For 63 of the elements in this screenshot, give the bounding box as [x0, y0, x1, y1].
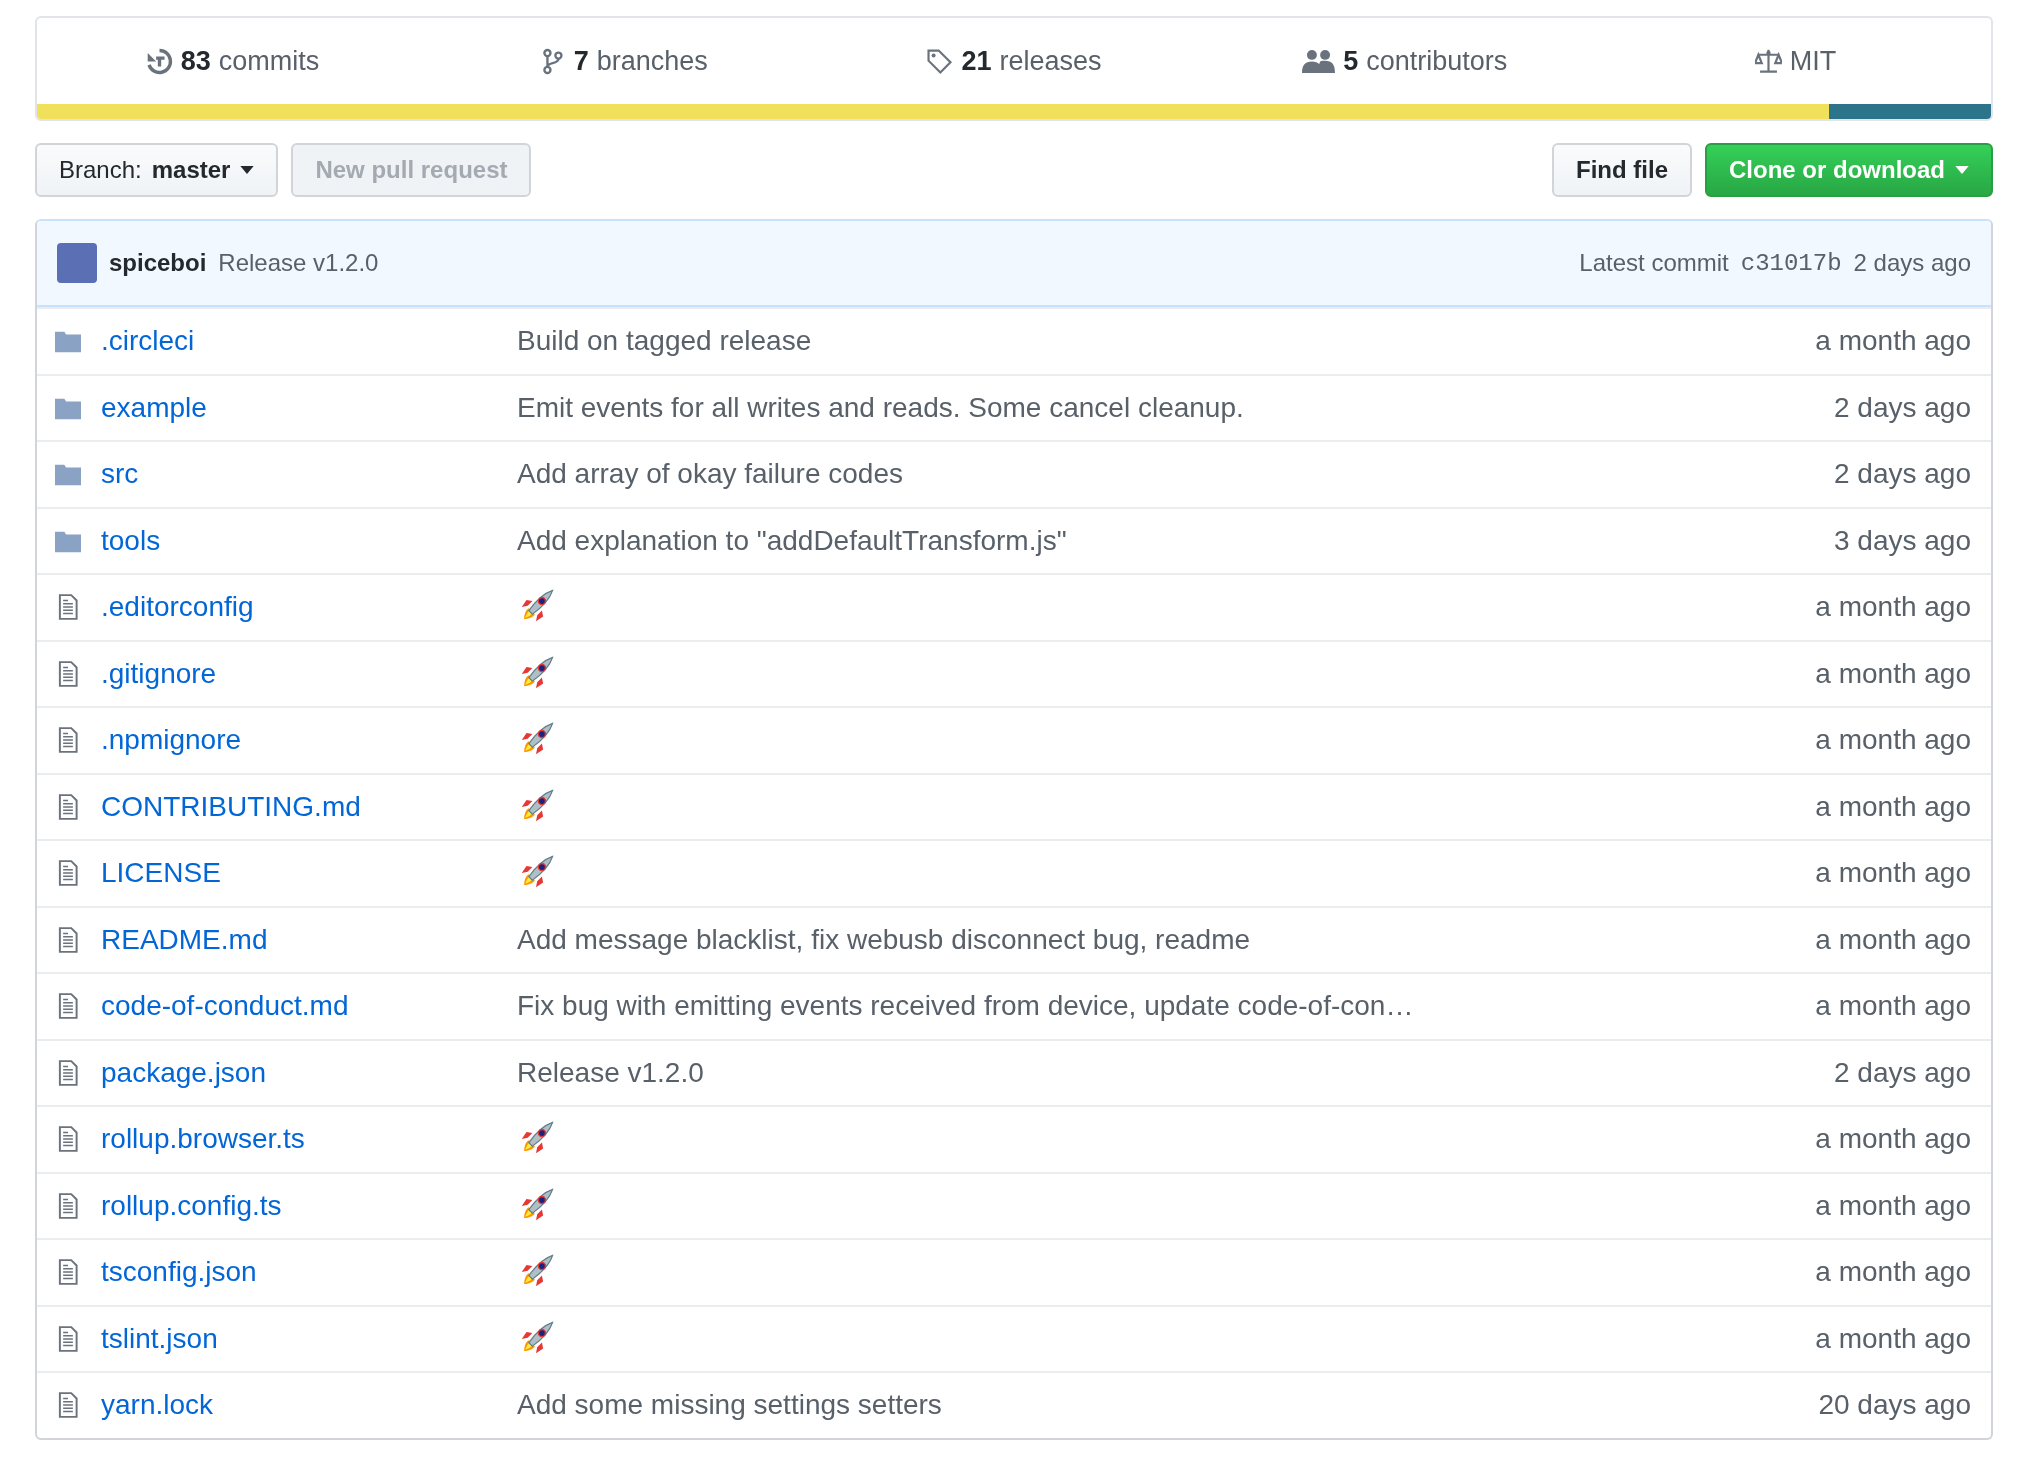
- file-link[interactable]: example: [101, 391, 207, 423]
- repo-stat-link[interactable]: MIT: [1600, 45, 1991, 77]
- caret-icon: [1955, 166, 1969, 174]
- commit-age: 2 days ago: [1834, 391, 1971, 424]
- commit-message[interactable]: Fix bug with emitting events received from device, update code-of-con…: [517, 990, 1414, 1022]
- commit-message[interactable]: Build on tagged release: [517, 325, 812, 357]
- commit-age: a month ago: [1815, 1256, 1971, 1289]
- file-link[interactable]: tools: [101, 524, 161, 556]
- commit-message[interactable]: Add array of okay failure codes: [517, 458, 903, 490]
- commit-message[interactable]: Add message blacklist, fix webusb disconnect bug, readme: [517, 923, 1251, 955]
- commit-age: a month ago: [1815, 1322, 1971, 1355]
- commit-message[interactable]: Emit events for all writes and reads. Some cancel cleanup.: [517, 391, 1244, 423]
- file-link[interactable]: .gitignore: [101, 657, 217, 689]
- file-link[interactable]: tsconfig.json: [101, 1256, 257, 1288]
- file-link[interactable]: code-of-conduct.md: [101, 990, 349, 1022]
- commit-author[interactable]: spiceboi: [109, 249, 207, 277]
- commit-message[interactable]: Release v1.2.0: [218, 249, 379, 277]
- commit-message[interactable]: Add explanation to "addDefaultTransform.js": [517, 524, 1067, 556]
- file-link[interactable]: LICENSE: [101, 857, 221, 889]
- find-file-button[interactable]: Find file: [1552, 143, 1692, 197]
- repo-stat-link[interactable]: 7 branches: [427, 45, 819, 77]
- commit-age: a month ago: [1815, 724, 1971, 757]
- commit-age: a month ago: [1815, 857, 1971, 890]
- repo-stat-link[interactable]: 83 commits: [37, 45, 428, 77]
- commit-age: a month ago: [1815, 1123, 1971, 1156]
- commit-age: a month ago: [1815, 790, 1971, 823]
- commit-age: a month ago: [1815, 591, 1971, 624]
- file-link[interactable]: package.json: [101, 1056, 266, 1088]
- commit-age: 2 days ago: [1853, 249, 1971, 277]
- file-link[interactable]: src: [101, 458, 139, 490]
- latest-commit-label: Latest commit: [1579, 249, 1729, 277]
- file-link[interactable]: rollup.config.ts: [101, 1189, 282, 1221]
- people-icon: [1302, 47, 1336, 75]
- file-link[interactable]: .npmignore: [101, 724, 242, 756]
- file-link[interactable]: yarn.lock: [101, 1389, 214, 1421]
- commit-age: a month ago: [1815, 990, 1971, 1023]
- commit-message[interactable]: Add some missing settings setters: [517, 1389, 942, 1421]
- file-link[interactable]: .circleci: [101, 325, 195, 357]
- language-segment[interactable]: [1828, 104, 1991, 119]
- commit-age: 20 days ago: [1818, 1389, 1971, 1422]
- language-segment[interactable]: [37, 104, 1829, 119]
- history-icon: [145, 47, 173, 75]
- commit-age: 2 days ago: [1834, 458, 1971, 491]
- file-link[interactable]: .editorconfig: [101, 591, 254, 623]
- scale-icon: [1754, 47, 1782, 75]
- file-link[interactable]: README.md: [101, 923, 268, 955]
- repo-stat-link[interactable]: 21 releases: [818, 45, 1210, 77]
- file-link[interactable]: CONTRIBUTING.md: [101, 790, 361, 822]
- tag-icon: [926, 47, 954, 75]
- commit-message[interactable]: Release v1.2.0: [517, 1056, 704, 1088]
- file-link[interactable]: rollup.browser.ts: [101, 1123, 305, 1155]
- commit-age: 2 days ago: [1834, 1056, 1971, 1089]
- caret-icon: [240, 166, 255, 174]
- avatar-placeholder: [57, 243, 97, 283]
- file-link[interactable]: tslint.json: [101, 1322, 218, 1354]
- commit-age: a month ago: [1815, 325, 1971, 358]
- commit-age: a month ago: [1815, 657, 1971, 690]
- commit-age: a month ago: [1815, 1189, 1971, 1222]
- commit-age: 3 days ago: [1834, 524, 1971, 557]
- branch-select[interactable]: Branch: master: [35, 143, 279, 197]
- commit-age: a month ago: [1815, 923, 1971, 956]
- commit-sha[interactable]: c31017b: [1740, 249, 1842, 277]
- repo-stat-link[interactable]: 5 contributors: [1209, 45, 1601, 77]
